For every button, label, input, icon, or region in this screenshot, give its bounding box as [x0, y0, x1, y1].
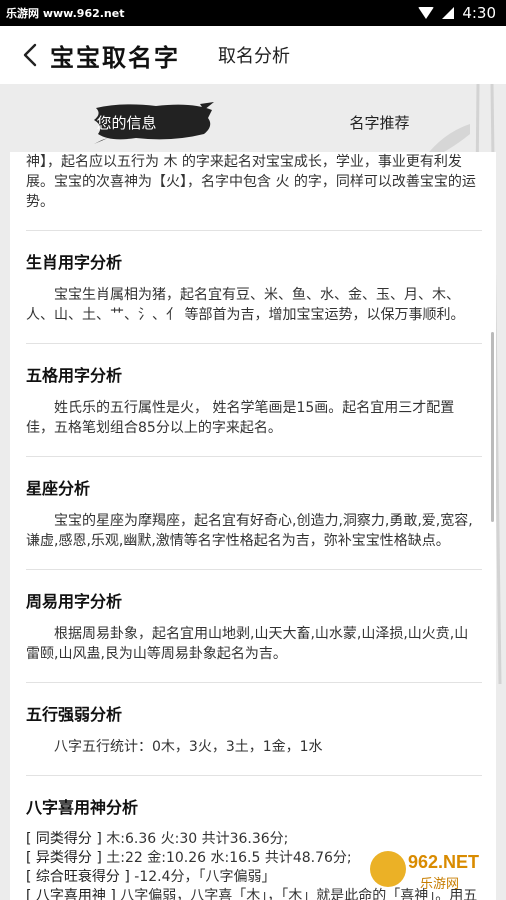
scrollbar[interactable]	[491, 332, 494, 522]
signal-icon	[442, 7, 455, 19]
stat-value: -12.4分，「八字偏弱」	[129, 869, 276, 885]
section-zodiac-title: 生肖用字分析	[26, 253, 123, 272]
status-time: 4:30	[462, 4, 496, 22]
stat-value: 土:22 金:10.26 水:16.5 共计48.76分;	[101, 850, 352, 866]
section-star-body: 宝宝的星座为摩羯座，起名宜有好奇心,创造力,洞察力,勇敢,爱,宽容,谦虚,感恩,…	[26, 513, 473, 549]
watermark-logo: 962.NET 乐游网	[368, 844, 500, 894]
analysis-card[interactable]: 神】，起名应以五行为 木 的字来起名对宝宝成长，学业，事业更有利发展。宝宝的次喜…	[10, 152, 496, 900]
section-star-title: 星座分析	[26, 479, 91, 498]
section-zodiac: 生肖用字分析 宝宝生肖属相为猪，起名宜有豆、米、鱼、水、金、玉、月、木、人、山、…	[26, 230, 482, 343]
status-bar: 乐游网 www.962.net 4:30	[0, 0, 506, 26]
stat-tag: [ 综合旺衰得分 ]	[26, 869, 130, 885]
stat-value: 木:6.36 火:30 共计36.36分;	[101, 831, 289, 847]
app-title: 宝宝取名字	[50, 43, 180, 72]
section-wuge: 五格用字分析 姓氏乐的五行属性是火， 姓名学笔画是15画。起名宜用三才配置佳，五…	[26, 343, 482, 456]
section-wuge-body: 姓氏乐的五行属性是火， 姓名学笔画是15画。起名宜用三才配置佳，五格笔划组合85…	[26, 400, 455, 436]
stat-tag: [ 八字喜用神 ]	[26, 888, 116, 900]
status-site-label: 乐游网 www.962.net	[6, 7, 125, 20]
section-zhouyi-title: 周易用字分析	[26, 592, 123, 611]
section-star: 星座分析 宝宝的星座为摩羯座，起名宜有好奇心,创造力,洞察力,勇敢,爱,宽容,谦…	[26, 456, 482, 569]
section-wuxing: 五行强弱分析 八字五行统计：0木，3火，3土，1金，1水	[26, 682, 482, 775]
section-zhouyi-body: 根据周易卦象，起名宜用山地剥,山天大畜,山水蒙,山泽损,山火贲,山雷颐,山风蛊,…	[26, 626, 469, 662]
tab-bar: 您的信息 名字推荐	[0, 92, 506, 152]
analysis-content: 神】，起名应以五行为 木 的字来起名对宝宝成长，学业，事业更有利发展。宝宝的次喜…	[26, 152, 482, 900]
app-header: 宝宝取名字 取名分析	[0, 26, 506, 84]
section-wuxing-body: 八字五行统计：0木，3火，3土，1金，1水	[54, 739, 323, 755]
tab-your-info[interactable]: 您的信息	[0, 92, 253, 152]
section-zhouyi: 周易用字分析 根据周易卦象，起名宜用山地剥,山天大畜,山水蒙,山泽损,山火贲,山…	[26, 569, 482, 682]
back-button[interactable]	[10, 26, 50, 84]
section-zodiac-body: 宝宝生肖属相为猪，起名宜有豆、米、鱼、水、金、玉、月、木、人、山、土、艹、氵、亻…	[26, 287, 465, 323]
stat-tag: [ 同类得分 ]	[26, 831, 102, 847]
tab-name-recommend-label: 名字推荐	[349, 113, 410, 132]
section-wuxing-title: 五行强弱分析	[26, 705, 123, 724]
section-wuge-title: 五格用字分析	[26, 366, 123, 385]
header-subtitle: 取名分析	[218, 46, 290, 67]
tab-name-recommend[interactable]: 名字推荐	[253, 92, 506, 152]
section-xiyong-title: 八字喜用神分析	[26, 798, 139, 817]
svg-text:962.NET: 962.NET	[408, 852, 479, 872]
wifi-icon	[418, 7, 435, 19]
chevron-left-icon	[23, 43, 37, 67]
watermark-962-logo: 962.NET 乐游网	[370, 851, 479, 892]
stat-tag: [ 异类得分 ]	[26, 850, 102, 866]
svg-text:乐游网: 乐游网	[420, 877, 459, 892]
tab-your-info-label: 您的信息	[96, 113, 157, 132]
status-indicators: 4:30	[418, 4, 496, 22]
intro-text: 神】，起名应以五行为 木 的字来起名对宝宝成长，学业，事业更有利发展。宝宝的次喜…	[26, 154, 476, 210]
